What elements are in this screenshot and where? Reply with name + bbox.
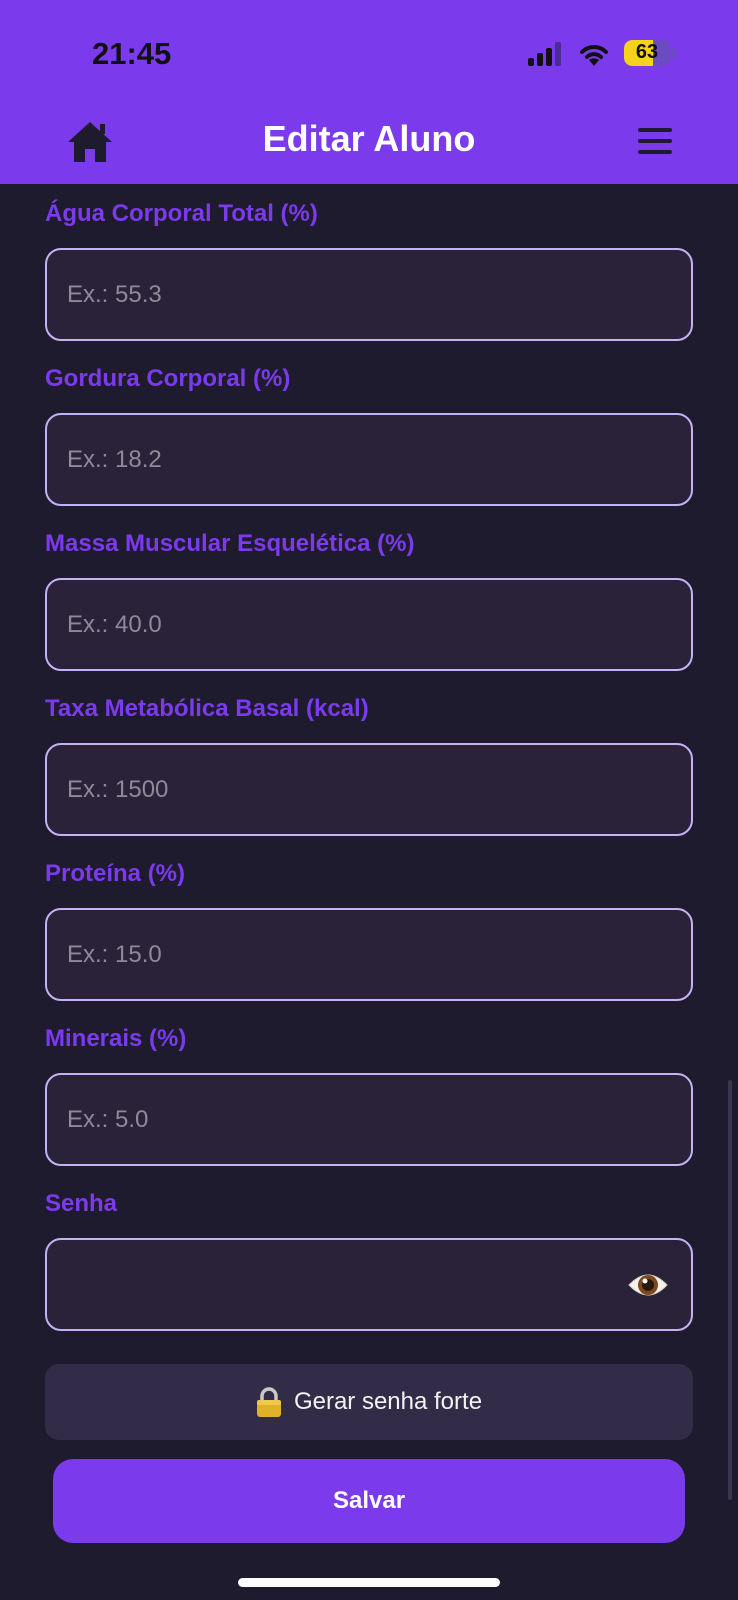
save-button[interactable]: Salvar [53, 1459, 685, 1543]
hamburger-menu-icon[interactable] [636, 128, 676, 158]
password-input[interactable] [45, 1238, 693, 1331]
home-indicator[interactable] [238, 1578, 500, 1587]
eye-icon[interactable] [627, 1269, 669, 1301]
wifi-icon [580, 45, 608, 66]
app-header: 21:45 63 Editar Aluno [0, 0, 738, 184]
generate-password-label: Gerar senha forte [293, 1388, 483, 1415]
gordura-corporal-input[interactable] [45, 413, 693, 506]
scrollbar[interactable] [728, 1080, 732, 1500]
generate-password-button[interactable]: Gerar senha forte [45, 1364, 693, 1440]
page-title: Editar Aluno [262, 118, 476, 159]
massa-muscular-input[interactable] [45, 578, 693, 671]
field-label-taxa: Taxa Metabólica Basal (kcal) [45, 695, 369, 722]
battery-percent: 63 [635, 41, 659, 63]
field-label-massa: Massa Muscular Esquelética (%) [45, 530, 415, 557]
status-time: 21:45 [92, 36, 172, 71]
field-label-minerais: Minerais (%) [45, 1025, 187, 1052]
field-label-senha: Senha [45, 1190, 118, 1217]
minerais-input[interactable] [45, 1073, 693, 1166]
battery-icon: 63 [624, 40, 670, 66]
agua-corporal-input[interactable] [45, 248, 693, 341]
lock-icon [256, 1387, 281, 1417]
status-icons: 63 [528, 38, 678, 70]
field-label-gordura: Gordura Corporal (%) [45, 365, 291, 392]
battery-tip [672, 48, 676, 58]
field-label-proteina: Proteína (%) [45, 860, 186, 887]
proteina-input[interactable] [45, 908, 693, 1001]
field-label-agua: Água Corporal Total (%) [45, 200, 318, 227]
cellular-signal-icon [528, 42, 566, 66]
taxa-metabolica-input[interactable] [45, 743, 693, 836]
